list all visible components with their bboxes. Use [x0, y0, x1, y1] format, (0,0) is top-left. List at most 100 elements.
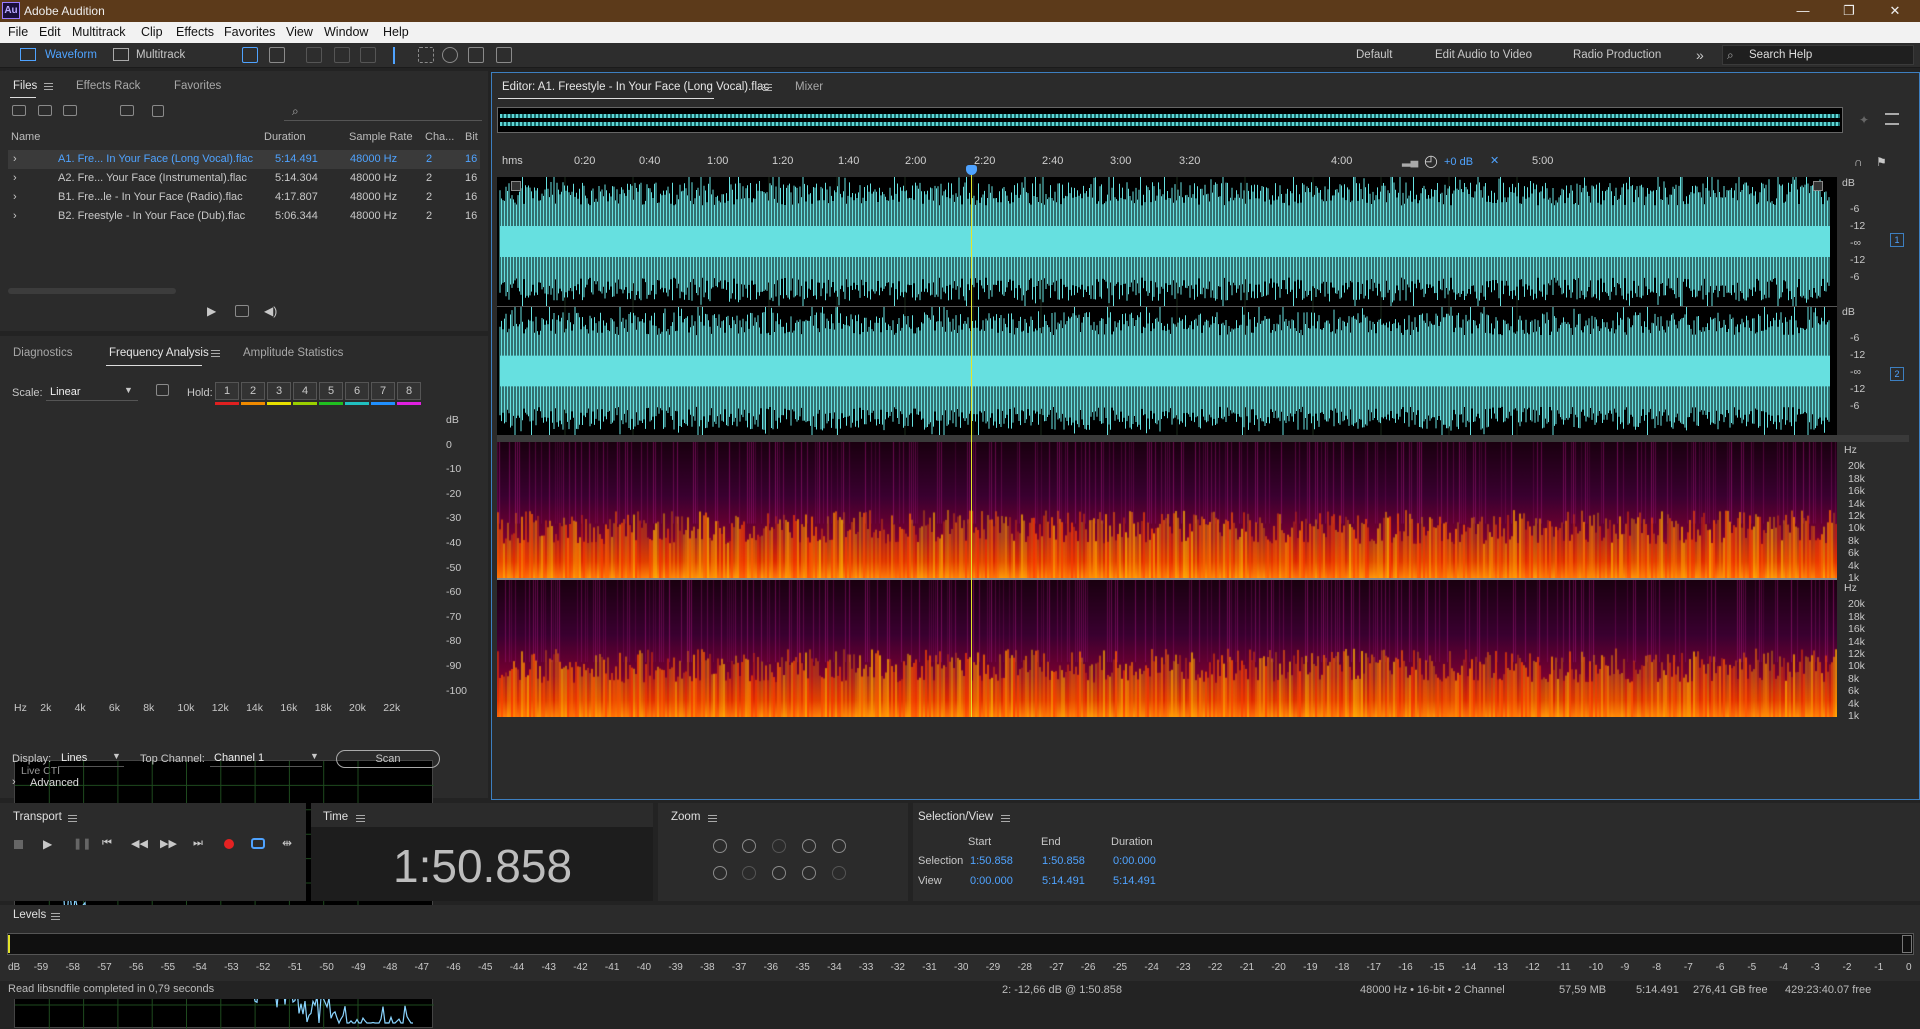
zoom-in-point-icon[interactable] [772, 839, 786, 853]
file-row[interactable]: › B2. Freestyle - In Your Face (Dub).fla… [8, 207, 480, 226]
file-row[interactable]: › A1. Fre... In Your Face (Long Vocal).f… [8, 150, 480, 169]
loop-icon[interactable] [251, 838, 265, 849]
hold-button-2[interactable]: 2 [241, 382, 265, 400]
pause-icon[interactable]: ❚❚ [73, 837, 91, 850]
panel-menu-icon[interactable] [68, 815, 77, 822]
zoom-in-left-icon[interactable] [772, 866, 786, 880]
record-icon[interactable] [224, 839, 234, 849]
pin-hud-icon[interactable]: ✕ [1490, 154, 1499, 167]
spectrogram-channel-2[interactable] [497, 580, 1837, 717]
workspace-radio-production[interactable]: Radio Production [1573, 46, 1661, 65]
loop-preview-icon[interactable] [235, 305, 249, 317]
search-help-box[interactable]: ⌕ Search Help [1722, 45, 1914, 65]
autoplay-speaker-icon[interactable]: ◀) [264, 304, 277, 318]
view-end-field[interactable]: 5:14.491 [1042, 875, 1085, 887]
menu-edit[interactable]: Edit [39, 25, 61, 39]
gain-value[interactable]: +0 dB [1444, 156, 1473, 168]
spectral-pitch-icon[interactable] [269, 47, 285, 63]
panel-menu-icon[interactable] [51, 913, 60, 920]
spectrogram-channel-1[interactable] [497, 442, 1837, 578]
menu-window[interactable]: Window [324, 25, 368, 39]
multitrack-button[interactable]: Multitrack [136, 46, 185, 65]
col-bit[interactable]: Bit [465, 131, 478, 143]
workspace-default[interactable]: Default [1356, 46, 1392, 65]
hold-button-1[interactable]: 1 [215, 382, 239, 400]
minimize-icon[interactable]: — [1788, 2, 1818, 20]
spectral-display-icon[interactable] [242, 47, 258, 63]
selection-duration-field[interactable]: 0:00.000 [1113, 855, 1156, 867]
copy-icon[interactable] [156, 384, 169, 396]
stop-icon[interactable] [14, 840, 23, 849]
menu-view[interactable]: View [286, 25, 313, 39]
panel-menu-icon[interactable] [1001, 815, 1010, 822]
play-icon[interactable]: ▶ [43, 837, 52, 851]
view-start-field[interactable]: 0:00.000 [970, 875, 1013, 887]
zoom-to-selection-icon[interactable] [802, 839, 816, 853]
chevron-right-icon[interactable]: › [13, 153, 17, 165]
time-ruler[interactable]: hms 0:20 0:40 1:00 1:20 1:40 2:00 2:20 2:40 3:00 3… [492, 155, 1837, 169]
trash-icon[interactable] [152, 105, 164, 117]
import-icon[interactable] [38, 105, 52, 116]
panel-menu-icon[interactable] [763, 84, 772, 91]
zoom-in-time-icon[interactable] [713, 866, 727, 880]
col-sample-rate[interactable]: Sample Rate [349, 131, 413, 143]
col-channels[interactable]: Cha... [425, 131, 454, 143]
options-icon[interactable] [1885, 113, 1899, 125]
clip-indicator[interactable] [1902, 935, 1912, 953]
top-channel-select[interactable]: Channel 1 ▼ [210, 749, 322, 767]
new-file-icon[interactable] [63, 105, 77, 116]
move-tool-icon[interactable] [306, 47, 322, 63]
overview-navigator[interactable] [497, 107, 1843, 133]
panel-menu-icon[interactable] [211, 350, 220, 357]
menu-favorites[interactable]: Favorites [224, 25, 275, 39]
tab-frequency-analysis[interactable]: Frequency Analysis [109, 347, 209, 359]
spot-healing-icon[interactable] [496, 47, 512, 63]
channel-1-toggle[interactable]: 1 [1890, 233, 1904, 247]
selection-start-field[interactable]: 1:50.858 [970, 855, 1013, 867]
horizontal-scrollbar[interactable] [8, 288, 176, 294]
fade-out-handle-icon[interactable] [1813, 181, 1823, 191]
zoom-in-right-icon[interactable] [832, 866, 846, 880]
tab-editor[interactable]: Editor: A1. Freestyle - In Your Face (Lo… [502, 81, 769, 93]
tab-amplitude-statistics[interactable]: Amplitude Statistics [243, 347, 343, 359]
open-folder-icon[interactable] [12, 105, 26, 116]
view-duration-field[interactable]: 5:14.491 [1113, 875, 1156, 887]
zoom-out-time-icon[interactable] [742, 866, 756, 880]
menu-effects[interactable]: Effects [176, 25, 214, 39]
tab-favorites[interactable]: Favorites [174, 80, 221, 92]
time-selection-tool-icon[interactable] [393, 47, 401, 64]
file-row[interactable]: › B1. Fre...le - In Your Face (Radio).fl… [8, 188, 480, 207]
menu-file[interactable]: File [8, 25, 28, 39]
play-preview-icon[interactable]: ▶ [207, 304, 216, 318]
marquee-tool-icon[interactable] [418, 47, 434, 63]
files-search-input[interactable]: ⌕ [284, 103, 482, 121]
channel-2-toggle[interactable]: 2 [1890, 367, 1904, 381]
chevron-right-icon[interactable]: › [13, 172, 17, 184]
lasso-tool-icon[interactable] [442, 47, 458, 63]
panel-menu-icon[interactable] [708, 815, 717, 822]
zoom-reset-icon[interactable] [832, 839, 846, 853]
hold-button-7[interactable]: 7 [371, 382, 395, 400]
waveform-channel-1[interactable] [497, 166, 1837, 311]
restore-icon[interactable]: ❐ [1834, 2, 1864, 20]
headphones-icon[interactable]: ∩ [1854, 155, 1863, 169]
playhead[interactable] [971, 169, 972, 717]
hold-button-3[interactable]: 3 [267, 382, 291, 400]
file-row[interactable]: › A2. Fre... Your Face (Instrumental).fl… [8, 169, 480, 188]
tab-effects-rack[interactable]: Effects Rack [76, 80, 140, 92]
fast-forward-icon[interactable]: ▶▶ [160, 837, 177, 850]
panel-menu-icon[interactable] [356, 815, 365, 822]
col-duration[interactable]: Duration [264, 131, 306, 143]
brush-tool-icon[interactable] [468, 47, 484, 63]
waveform-channel-2[interactable] [497, 296, 1837, 439]
slip-tool-icon[interactable] [360, 47, 376, 63]
skip-to-end-icon[interactable]: ⏭ [193, 837, 203, 850]
more-workspaces-button[interactable]: » [1696, 46, 1704, 65]
razor-tool-icon[interactable] [334, 47, 350, 63]
current-time-display[interactable]: 1:50.858 [393, 839, 572, 893]
display-select[interactable]: Lines ▼ [58, 749, 124, 767]
advanced-toggle[interactable]: Advanced [30, 777, 79, 789]
zoom-out-full-icon[interactable] [802, 866, 816, 880]
rewind-icon[interactable]: ◀◀ [131, 837, 148, 850]
hold-button-8[interactable]: 8 [397, 382, 421, 400]
